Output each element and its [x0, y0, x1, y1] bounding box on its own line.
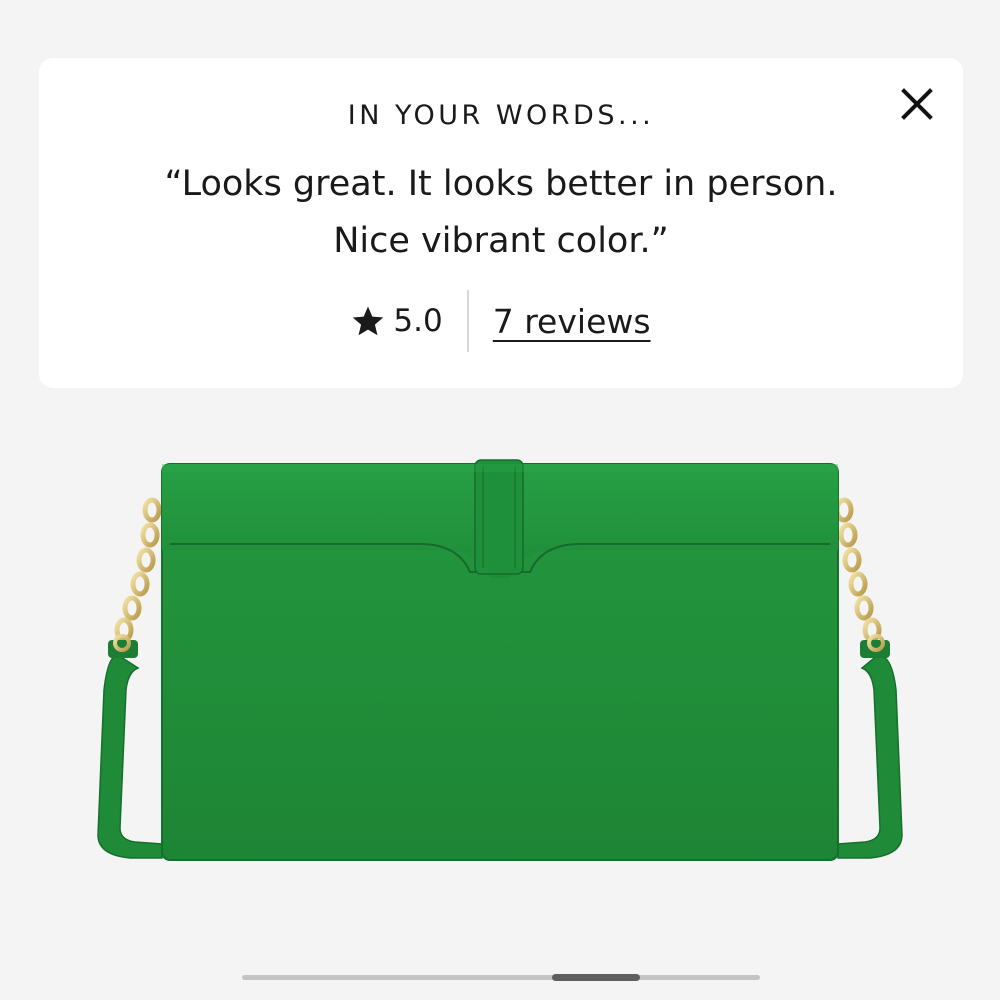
rating-value: 5.0	[393, 303, 443, 339]
star-icon	[353, 306, 384, 336]
carousel-scrollbar[interactable]	[242, 974, 760, 981]
right-strap	[834, 497, 903, 859]
left-strap	[97, 497, 163, 859]
product-image	[97, 459, 903, 861]
review-quote-line-2: Nice vibrant color.”	[333, 221, 669, 261]
carousel-scroll-thumb[interactable]	[552, 974, 640, 981]
review-quote: “Looks great. It looks better in person.…	[99, 156, 903, 270]
review-heading: IN YOUR WORDS...	[347, 100, 655, 131]
review-card: IN YOUR WORDS... “Looks great. It looks …	[39, 58, 963, 388]
rating-divider	[466, 290, 469, 352]
reviews-link[interactable]: 7 reviews	[493, 302, 651, 341]
rating-row: 5.0 7 reviews	[39, 290, 963, 352]
product-page: IN YOUR WORDS... “Looks great. It looks …	[0, 0, 1000, 1000]
review-quote-line-1: “Looks great. It looks better in person.	[164, 164, 838, 204]
